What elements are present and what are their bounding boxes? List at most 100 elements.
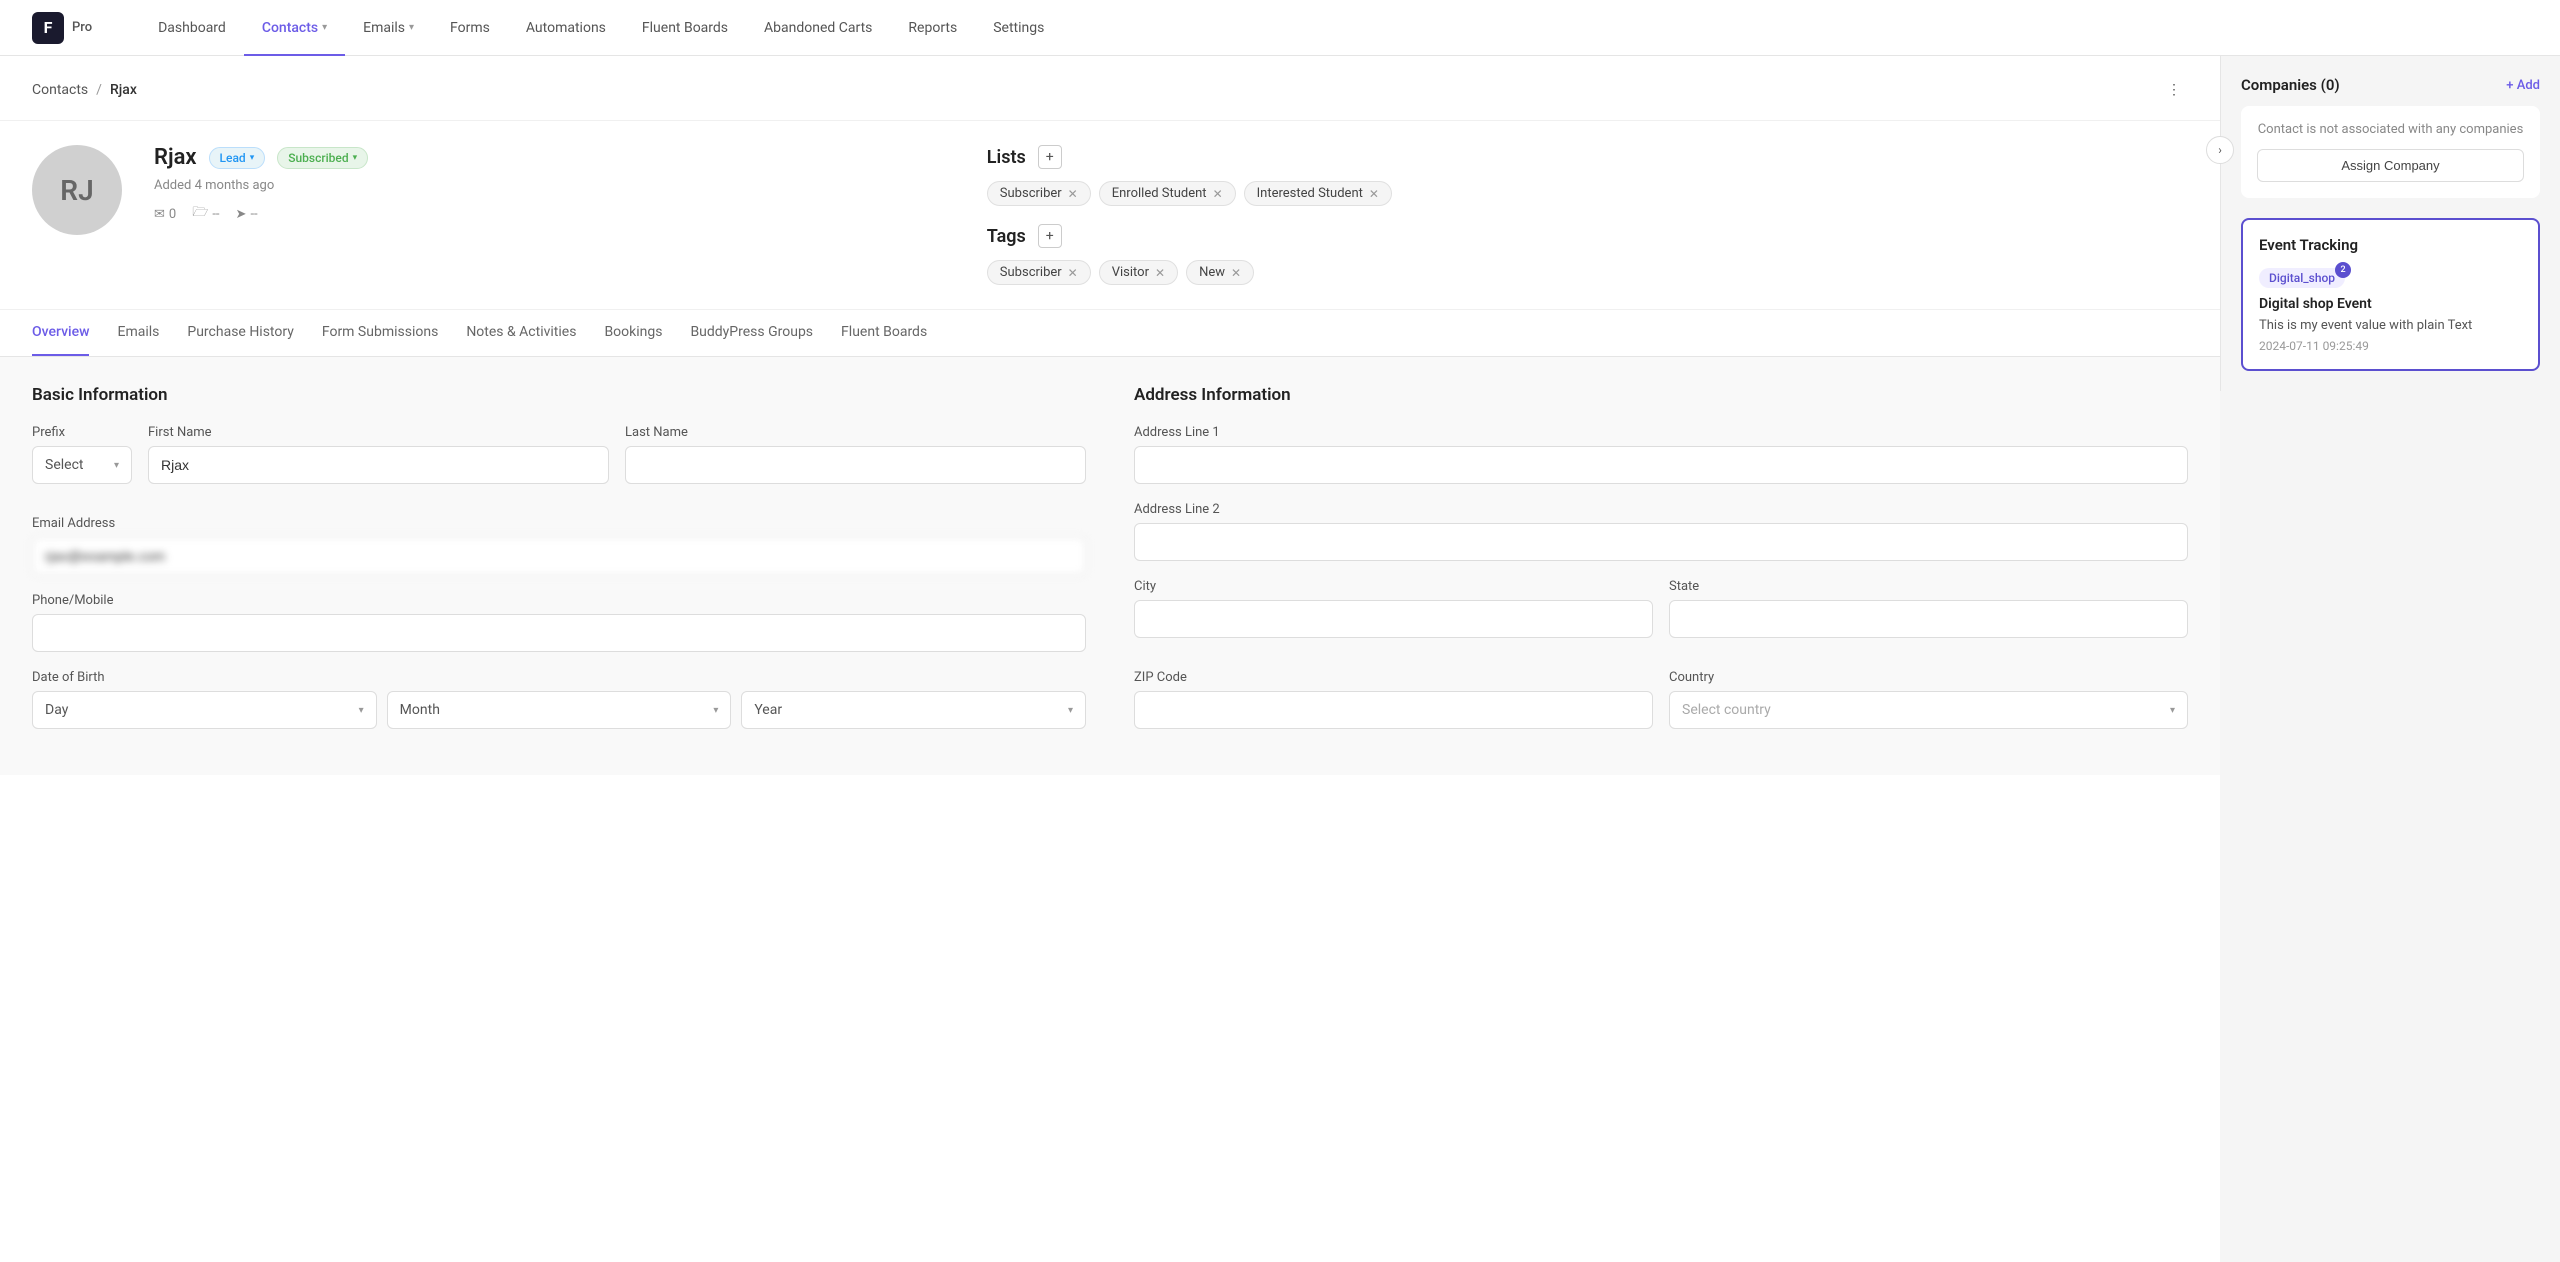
folder-icon: 🗁 (192, 203, 208, 225)
right-panel-wrapper: › Companies (0) + Add Contact is not ass… (2220, 56, 2560, 1262)
nav-automations[interactable]: Automations (508, 0, 624, 56)
emails-chevron-icon: ▾ (409, 22, 414, 33)
tab-purchase-history[interactable]: Purchase History (187, 310, 293, 356)
dob-day-select[interactable]: Day ▾ (32, 691, 377, 729)
add-company-link[interactable]: + Add (2506, 78, 2540, 93)
left-panel: Contacts / Rjax ⋮ RJ Rjax Lead ▾ Subsc (0, 56, 2220, 1262)
remove-interested-list-button[interactable]: ✕ (1369, 187, 1379, 201)
dob-row: Day ▾ Month ▾ Year ▾ (32, 691, 1086, 729)
nav-abandoned-carts[interactable]: Abandoned Carts (746, 0, 890, 56)
basic-info-section: Basic Information Prefix Select ▾ First … (32, 385, 1086, 747)
tab-notes-activities[interactable]: Notes & Activities (466, 310, 576, 356)
add-list-button[interactable]: + (1038, 145, 1062, 169)
dob-year-select[interactable]: Year ▾ (741, 691, 1086, 729)
contact-meta: ✉ 0 🗁 -- ➤ -- (154, 203, 955, 225)
event-count-badge: 2 (2335, 262, 2351, 278)
list-item: Enrolled Student ✕ (1099, 181, 1236, 206)
nav-settings[interactable]: Settings (975, 0, 1062, 56)
state-label: State (1669, 579, 2188, 594)
address-info-title: Address Information (1134, 385, 2188, 405)
form-content: Basic Information Prefix Select ▾ First … (0, 357, 2220, 775)
list-item: Subscriber ✕ (987, 181, 1091, 206)
lists-tags-section: Lists + Subscriber ✕ Enrolled Student ✕ … (987, 145, 2188, 285)
more-options-button[interactable]: ⋮ (2160, 76, 2188, 104)
logo-box: F (32, 12, 64, 44)
nav-dashboard[interactable]: Dashboard (140, 0, 244, 56)
address-line1-input[interactable] (1134, 446, 2188, 484)
no-company-card: Contact is not associated with any compa… (2241, 106, 2540, 198)
prefix-chevron-icon: ▾ (114, 460, 119, 471)
main-layout: Contacts / Rjax ⋮ RJ Rjax Lead ▾ Subsc (0, 56, 2560, 1262)
nav-reports[interactable]: Reports (890, 0, 975, 56)
phone-label: Phone/Mobile (32, 593, 1086, 608)
panel-toggle-button[interactable]: › (2220, 136, 2234, 164)
remove-new-tag-button[interactable]: ✕ (1231, 266, 1241, 280)
event-name: Digital shop Event (2259, 296, 2522, 312)
breadcrumb: Contacts / Rjax (32, 82, 137, 98)
lead-badge[interactable]: Lead ▾ (209, 147, 266, 169)
form-sections: Basic Information Prefix Select ▾ First … (32, 385, 2188, 747)
tab-buddypress-groups[interactable]: BuddyPress Groups (690, 310, 813, 356)
last-name-input[interactable] (625, 446, 1086, 484)
tag-item: Visitor ✕ (1099, 260, 1178, 285)
dob-month-select[interactable]: Month ▾ (387, 691, 732, 729)
zip-input[interactable] (1134, 691, 1653, 729)
subscribed-badge[interactable]: Subscribed ▾ (277, 147, 368, 169)
contact-added-text: Added 4 months ago (154, 178, 955, 193)
remove-enrolled-list-button[interactable]: ✕ (1213, 187, 1223, 201)
event-tracking-section: Event Tracking Digital_shop 2 Digital sh… (2241, 218, 2540, 371)
last-name-field-group: Last Name (625, 425, 1086, 484)
dob-field-group: Date of Birth Day ▾ Month ▾ Year (32, 670, 1086, 729)
nav-fluent-boards[interactable]: Fluent Boards (624, 0, 746, 56)
avatar: RJ (32, 145, 122, 235)
breadcrumb-separator: / (96, 82, 102, 98)
nav-emails[interactable]: Emails ▾ (345, 0, 432, 56)
email-field-group: Email Address (32, 516, 1086, 575)
tab-bookings[interactable]: Bookings (604, 310, 662, 356)
breadcrumb-bar: Contacts / Rjax ⋮ (0, 56, 2220, 121)
dob-label: Date of Birth (32, 670, 1086, 685)
tabs-bar: Overview Emails Purchase History Form Su… (0, 310, 2220, 357)
event-card: Digital_shop 2 Digital shop Event This i… (2259, 268, 2522, 353)
nav-forms[interactable]: Forms (432, 0, 508, 56)
lists-tags-row: Subscriber ✕ Enrolled Student ✕ Interest… (987, 181, 2188, 206)
state-field-group: State (1669, 579, 2188, 638)
city-field-group: City (1134, 579, 1653, 638)
phone-input[interactable] (32, 614, 1086, 652)
right-panel: › Companies (0) + Add Contact is not ass… (2220, 56, 2560, 391)
contact-header: RJ Rjax Lead ▾ Subscribed ▾ Added 4 mont… (0, 121, 2220, 310)
nav-contacts[interactable]: Contacts ▾ (244, 0, 345, 56)
breadcrumb-contacts-link[interactable]: Contacts (32, 82, 88, 98)
country-select[interactable]: Select country ▾ (1669, 691, 2188, 729)
address-line2-label: Address Line 2 (1134, 502, 2188, 517)
first-name-input[interactable] (148, 446, 609, 484)
first-name-field-group: First Name (148, 425, 609, 484)
contacts-chevron-icon: ▾ (322, 22, 327, 33)
address-line2-input[interactable] (1134, 523, 2188, 561)
event-tag: Digital_shop 2 (2259, 268, 2345, 288)
tag-item: New ✕ (1186, 260, 1254, 285)
lists-header-row: Lists + (987, 145, 2188, 169)
companies-title: Companies (0) (2241, 76, 2340, 94)
email-input[interactable] (32, 537, 1086, 575)
state-input[interactable] (1669, 600, 2188, 638)
remove-visitor-tag-button[interactable]: ✕ (1155, 266, 1165, 280)
email-count: ✉ 0 (154, 207, 176, 222)
logo-area[interactable]: F Pro (32, 12, 92, 44)
add-tag-button[interactable]: + (1038, 224, 1062, 248)
assign-company-button[interactable]: Assign Company (2257, 149, 2524, 182)
tab-overview[interactable]: Overview (32, 310, 89, 356)
address-line2-field-group: Address Line 2 (1134, 502, 2188, 561)
prefix-firstname-row: Prefix Select ▾ First Name Last Name (32, 425, 1086, 502)
event-description: This is my event value with plain Text (2259, 318, 2522, 333)
zip-country-row: ZIP Code Country Select country ▾ (1134, 670, 2188, 747)
remove-subscriber-list-button[interactable]: ✕ (1068, 187, 1078, 201)
tab-emails[interactable]: Emails (117, 310, 159, 356)
remove-subscriber-tag-button[interactable]: ✕ (1068, 266, 1078, 280)
folder-count: 🗁 -- (192, 203, 219, 225)
tab-form-submissions[interactable]: Form Submissions (322, 310, 438, 356)
prefix-select[interactable]: Select ▾ (32, 446, 132, 484)
top-navigation: F Pro Dashboard Contacts ▾ Emails ▾ Form… (0, 0, 2560, 56)
city-input[interactable] (1134, 600, 1653, 638)
tab-fluent-boards[interactable]: Fluent Boards (841, 310, 927, 356)
